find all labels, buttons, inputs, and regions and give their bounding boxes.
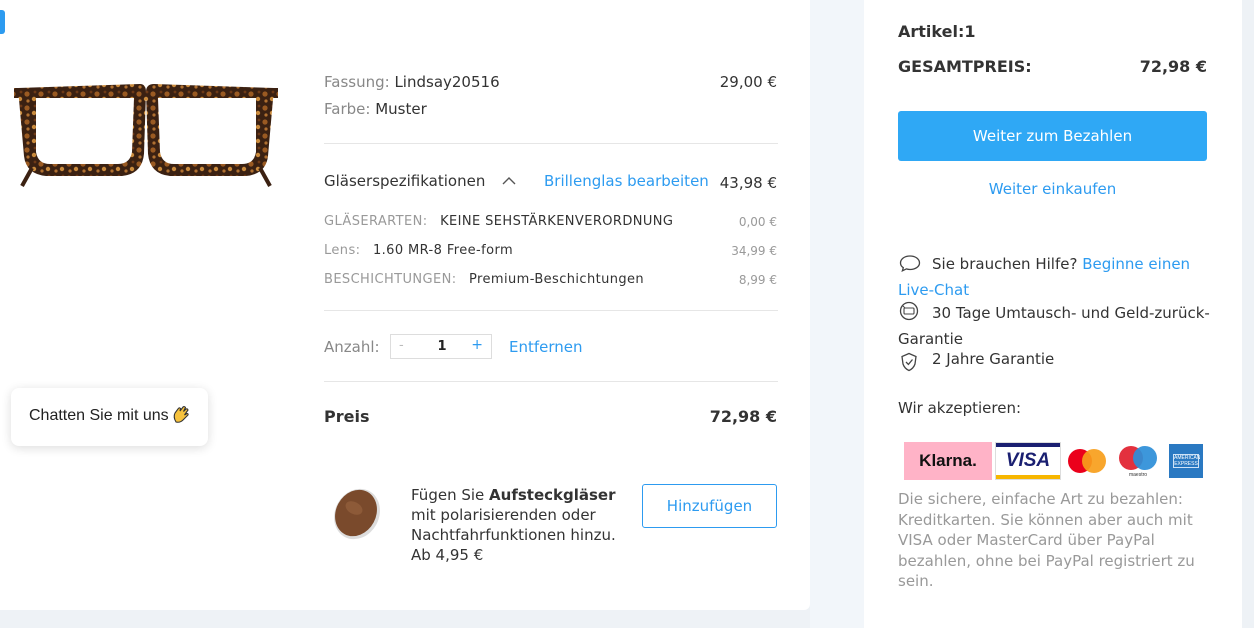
- lens-price: 43,98 €: [719, 174, 777, 192]
- chevron-up-icon[interactable]: [502, 176, 516, 186]
- lens-type-value: KEINE SEHSTÄRKENVERORDNUNG: [440, 214, 674, 229]
- edit-lens-link[interactable]: Brillenglas bearbeiten: [544, 172, 709, 190]
- quantity-increment-button[interactable]: +: [471, 337, 483, 353]
- clip-on-text-pre: Fügen Sie: [411, 486, 490, 504]
- visa-logo: VISA: [995, 442, 1061, 480]
- checkout-button[interactable]: Weiter zum Bezahlen: [898, 111, 1207, 161]
- frame-value: Lindsay20516: [394, 73, 500, 91]
- frame-row: Fassung: Lindsay20516: [324, 73, 500, 91]
- chat-widget[interactable]: Chatten Sie mit uns: [11, 388, 208, 446]
- quantity-label: Anzahl:: [324, 338, 380, 356]
- clip-on-text-bold: Aufsteckgläser: [489, 486, 616, 504]
- product-image: [14, 84, 278, 187]
- warranty-shield-icon: [901, 352, 917, 372]
- payment-logos: Klarna. VISA maestro AMERICAN EXPRESS: [904, 440, 1204, 480]
- color-label: Farbe:: [324, 100, 371, 118]
- coating-row: BESCHICHTUNGEN: Premium-Beschichtungen: [324, 272, 644, 287]
- divider: [324, 310, 778, 311]
- lens-material-label: Lens:: [324, 243, 361, 258]
- quantity-input[interactable]: 1: [431, 339, 453, 354]
- help-row: Sie brauchen Hilfe? Beginne einen Live-C…: [898, 251, 1208, 303]
- money-back-guarantee: 30 Tage Umtausch- und Geld-zurück-Garant…: [898, 300, 1218, 352]
- coating-value: Premium-Beschichtungen: [469, 272, 645, 287]
- lens-type-row: GLÄSERARTEN: KEINE SEHSTÄRKENVERORDNUNG: [324, 214, 673, 229]
- lens-type-label: GLÄSERARTEN:: [324, 214, 428, 229]
- divider: [324, 143, 778, 144]
- price-value: 72,98 €: [709, 407, 777, 426]
- clip-on-text-post: mit polarisierenden oder Nachtfahrfunkti…: [411, 506, 616, 564]
- payment-info: Die sichere, einfache Art zu bezahlen: K…: [898, 490, 1195, 590]
- svg-text:maestro: maestro: [1129, 472, 1147, 478]
- lens-material-value: 1.60 MR-8 Free-form: [372, 243, 514, 258]
- maestro-logo: maestro: [1119, 446, 1157, 478]
- column-gap: [810, 0, 864, 628]
- klarna-logo: Klarna.: [904, 442, 992, 480]
- money-back-text: 30 Tage Umtausch- und Geld-zurück-Garant…: [898, 304, 1210, 348]
- lens-spec-title[interactable]: Gläserspezifikationen: [324, 172, 485, 190]
- coating-label: BESCHICHTUNGEN:: [324, 272, 457, 287]
- continue-shopping-link[interactable]: Weiter einkaufen: [898, 180, 1207, 198]
- lens-material-row: Lens: 1.60 MR-8 Free-form: [324, 243, 513, 258]
- color-row: Farbe: Muster: [324, 100, 427, 118]
- total-price-value: 72,98 €: [1139, 57, 1207, 76]
- quantity-decrement-button[interactable]: -: [399, 338, 404, 353]
- chat-widget-label: Chatten Sie mit uns: [29, 407, 169, 424]
- frame-price: 29,00 €: [719, 73, 777, 91]
- color-value: Muster: [375, 100, 427, 118]
- mastercard-logo: [1068, 449, 1106, 473]
- add-clip-on-button[interactable]: Hinzufügen: [642, 484, 777, 528]
- coating-price: 8,99 €: [738, 273, 777, 287]
- warranty-text: 2 Jahre Garantie: [932, 350, 1055, 368]
- waving-hand-icon: [173, 406, 189, 423]
- page-edge: [1242, 0, 1254, 628]
- accept-title: Wir akzeptieren:: [898, 399, 1022, 417]
- quantity-stepper: - 1 +: [390, 334, 492, 359]
- lens-material-price: 34,99 €: [731, 244, 777, 258]
- item-count: Artikel:1: [898, 22, 976, 41]
- corner-tab[interactable]: [0, 10, 5, 34]
- american-express-logo: AMERICAN EXPRESS: [1169, 444, 1203, 478]
- clip-on-text: Fügen Sie Aufsteckgläser mit polarisiere…: [411, 485, 633, 565]
- remove-link[interactable]: Entfernen: [509, 338, 583, 356]
- help-text: Sie brauchen Hilfe?: [932, 255, 1078, 273]
- price-label: Preis: [324, 407, 370, 426]
- clip-on-lens-image: [334, 488, 380, 540]
- divider: [324, 381, 778, 382]
- frame-label: Fassung:: [324, 73, 390, 91]
- lens-type-price: 0,00 €: [738, 215, 777, 229]
- total-price-label: GESAMTPREIS:: [898, 57, 1032, 76]
